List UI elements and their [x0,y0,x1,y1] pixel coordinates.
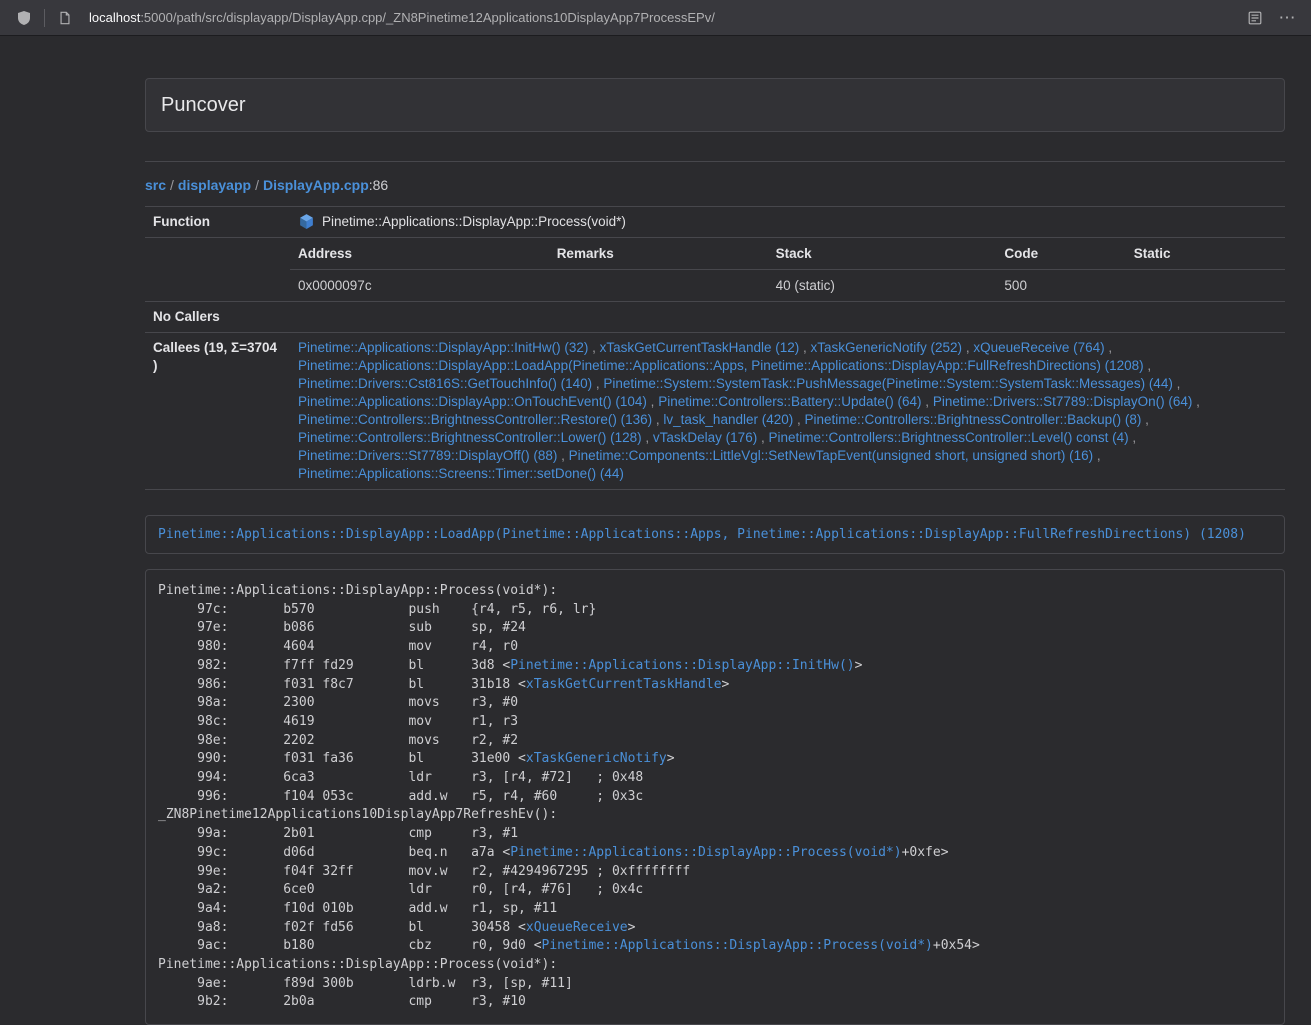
callee-separator: , [642,430,653,445]
static-value [1126,270,1285,302]
callee-separator: , [1141,412,1149,427]
stats-row: Address Remarks Stack Code Static 0x0000… [145,238,1285,302]
callee-separator: , [652,412,663,427]
callee-link[interactable]: Pinetime::Controllers::BrightnessControl… [298,430,642,445]
no-callers-cell [290,302,1285,333]
selected-symbol-panel: Pinetime::Applications::DisplayApp::Load… [145,515,1285,554]
disassembly-symbol-link[interactable]: xQueueReceive [526,920,628,935]
column-header-remarks: Remarks [549,238,768,270]
callee-link[interactable]: xQueueReceive (764) [973,340,1104,355]
callee-link[interactable]: Pinetime::Drivers::Cst816S::GetTouchInfo… [298,376,592,391]
code-value: 500 [996,270,1125,302]
callee-link[interactable]: lv_task_handler (420) [663,412,793,427]
breadcrumb-file-link[interactable]: DisplayApp.cpp [263,177,369,193]
callee-separator: , [922,394,933,409]
page-title: Puncover [161,93,1269,117]
callee-separator: , [1173,376,1181,391]
stack-value: 40 (static) [768,270,997,302]
stats-row-label [145,238,290,302]
stats-value-row: 0x0000097c 40 (static) 500 [290,270,1285,302]
callee-link[interactable]: Pinetime::System::SystemTask::PushMessag… [603,376,1172,391]
stats-header-row: Address Remarks Stack Code Static [290,238,1285,270]
disassembly-symbol-link[interactable]: Pinetime::Applications::DisplayApp::Proc… [542,938,933,953]
browser-toolbar: localhost:5000/path/src/displayapp/Displ… [0,0,1311,36]
disassembly-symbol-link[interactable]: Pinetime::Applications::DisplayApp::Proc… [510,845,901,860]
callee-link[interactable]: Pinetime::Controllers::BrightnessControl… [768,430,1128,445]
callee-link[interactable]: Pinetime::Controllers::BrightnessControl… [298,412,652,427]
column-header-static: Static [1126,238,1285,270]
disassembly-symbol-link[interactable]: xTaskGetCurrentTaskHandle [526,677,722,692]
callee-separator: , [793,412,804,427]
column-header-code: Code [996,238,1125,270]
no-callers-row: No Callers [145,302,1285,333]
page-actions-menu-icon[interactable]: ⋯ [1275,6,1299,30]
page-header-panel: Puncover [145,78,1285,132]
function-label: Function [145,207,290,238]
callee-separator: , [757,430,768,445]
callee-separator: , [962,340,973,355]
stats-table: Address Remarks Stack Code Static 0x0000… [290,238,1285,301]
stats-table-cell: Address Remarks Stack Code Static 0x0000… [290,238,1285,302]
function-row: Function Pinetime::Applications::Display… [145,207,1285,238]
divider [145,161,1285,162]
callee-separator: , [1093,448,1101,463]
function-name: Pinetime::Applications::DisplayApp::Proc… [322,214,626,229]
function-table: Function Pinetime::Applications::Display… [145,206,1285,490]
breadcrumb: src/displayapp/DisplayApp.cpp:86 [145,177,1285,193]
breadcrumb-line-number: :86 [369,177,388,193]
disassembly-code: Pinetime::Applications::DisplayApp::Proc… [158,582,1272,1012]
url-bar[interactable]: localhost:5000/path/src/displayapp/Displ… [85,10,1235,25]
callee-separator: , [588,340,599,355]
callees-row: Callees (19, Σ=3704 ) Pinetime::Applicat… [145,333,1285,490]
breadcrumb-separator: / [170,177,174,193]
callee-separator: , [1192,394,1200,409]
method-icon [298,213,315,230]
callee-link[interactable]: xTaskGetCurrentTaskHandle (12) [600,340,800,355]
function-name-cell: Pinetime::Applications::DisplayApp::Proc… [290,207,1285,238]
callee-link[interactable]: Pinetime::Drivers::St7789::DisplayOff() … [298,448,557,463]
callee-link[interactable]: Pinetime::Controllers::Battery::Update()… [658,394,921,409]
callees-label: Callees (19, Σ=3704 ) [145,333,290,490]
callee-link[interactable]: Pinetime::Drivers::St7789::DisplayOn() (… [933,394,1193,409]
callee-link[interactable]: vTaskDelay (176) [653,430,757,445]
no-callers-label: No Callers [145,302,290,333]
callee-link[interactable]: Pinetime::Components::LittleVgl::SetNewT… [569,448,1094,463]
disassembly-symbol-link[interactable]: xTaskGenericNotify [526,751,667,766]
callee-link[interactable]: Pinetime::Applications::Screens::Timer::… [298,466,624,481]
callee-separator: , [592,376,603,391]
disassembly-panel: Pinetime::Applications::DisplayApp::Proc… [145,569,1285,1025]
breadcrumb-src-link[interactable]: src [145,177,166,193]
column-header-address: Address [290,238,549,270]
url-path: :5000/path/src/displayapp/DisplayApp.cpp… [140,10,715,25]
tracking-protection-shield-icon[interactable] [12,6,36,30]
callee-link[interactable]: Pinetime::Controllers::BrightnessControl… [805,412,1142,427]
callee-link[interactable]: xTaskGenericNotify (252) [811,340,963,355]
breadcrumb-displayapp-link[interactable]: displayapp [178,177,251,193]
url-host: localhost [89,10,140,25]
disassembly-symbol-link[interactable]: Pinetime::Applications::DisplayApp::Init… [510,658,854,673]
callee-link[interactable]: Pinetime::Applications::DisplayApp::Init… [298,340,588,355]
callee-separator: , [557,448,568,463]
column-header-stack: Stack [768,238,997,270]
reader-mode-icon[interactable] [1243,6,1267,30]
address-value: 0x0000097c [290,270,549,302]
selected-symbol-link[interactable]: Pinetime::Applications::DisplayApp::Load… [158,527,1246,542]
page-info-icon[interactable] [53,6,77,30]
callee-separator: , [647,394,658,409]
callee-separator: , [1105,340,1113,355]
main-content: Puncover src/displayapp/DisplayApp.cpp:8… [145,78,1285,1025]
toolbar-divider [44,9,45,27]
callee-separator: , [1144,358,1152,373]
callee-separator: , [1129,430,1137,445]
callee-link[interactable]: Pinetime::Applications::DisplayApp::OnTo… [298,394,647,409]
remarks-value [549,270,768,302]
breadcrumb-separator: / [255,177,259,193]
callee-link[interactable]: Pinetime::Applications::DisplayApp::Load… [298,358,1144,373]
callee-separator: , [799,340,810,355]
callees-list: Pinetime::Applications::DisplayApp::Init… [290,333,1285,490]
